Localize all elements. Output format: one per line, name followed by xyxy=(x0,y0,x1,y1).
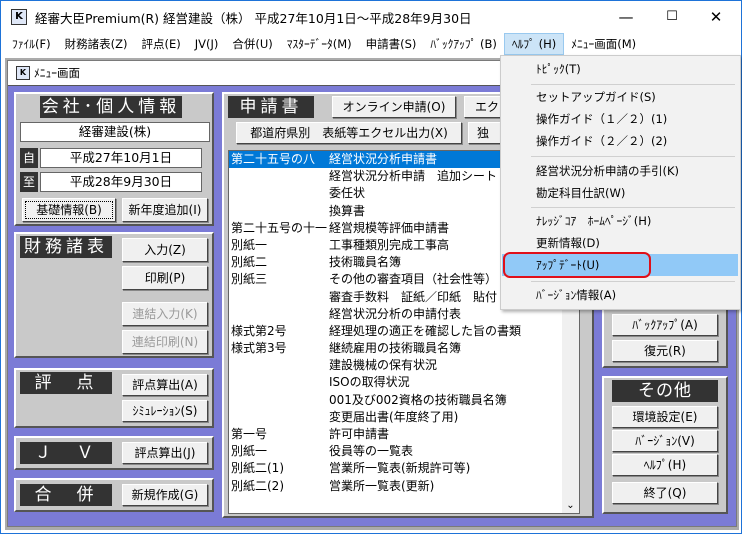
list-row[interactable]: 別紙二(2) 営業所一覧表(更新) xyxy=(229,478,579,495)
menu-separator xyxy=(531,281,735,282)
title-bar: K 経審大臣Premium(R) 経営建設（株） 平成27年10月1日～平成28… xyxy=(1,1,741,33)
merge-panel: 合 併 新規作成(G) xyxy=(14,478,214,512)
menu-separator xyxy=(531,156,735,157)
finance-input-button[interactable]: 入力(Z) xyxy=(122,238,208,262)
from-date-field: 平成27年10月1日 xyxy=(40,148,202,168)
exit-button[interactable]: 終了(Q) xyxy=(612,482,718,504)
list-row[interactable]: 建設機械の保有状況 xyxy=(229,357,579,374)
to-label: 至 xyxy=(20,172,38,192)
new-merge-button[interactable]: 新規作成(G) xyxy=(122,484,208,506)
finance-header: 財務諸表 xyxy=(20,236,112,258)
menu-item-account-journal[interactable]: 勘定科目仕訳(W) xyxy=(502,182,738,204)
list-row[interactable]: 様式第3号 継続雇用の技術職員名簿 xyxy=(229,340,579,357)
menu-separator xyxy=(531,84,735,85)
menu-backup[interactable]: ﾊﾞｯｸｱｯﾌﾟ (B) xyxy=(423,33,504,55)
score-panel: 評 点 評点算出(A) ｼﾐｭﾚｰｼｮﾝ(S) xyxy=(14,368,214,428)
application-header: 申請書 xyxy=(228,96,314,118)
window-title: 経審大臣Premium(R) 経営建設（株） 平成27年10月1日～平成28年9… xyxy=(35,10,472,26)
menu-menu-screen[interactable]: ﾒﾆｭｰ画面(M) xyxy=(564,33,643,55)
other-button[interactable]: 独 xyxy=(468,122,504,144)
online-application-button[interactable]: オンライン申請(O) xyxy=(332,96,456,118)
other-header: その他 xyxy=(612,380,718,402)
scroll-down-icon[interactable]: ⌄ xyxy=(562,500,579,511)
list-row[interactable]: 変更届出書(年度終了用) xyxy=(229,409,579,426)
help-button[interactable]: ﾍﾙﾌﾟ(H) xyxy=(612,454,718,476)
app-icon[interactable]: K xyxy=(11,9,27,25)
child-title: ﾒﾆｭｰ画面 xyxy=(34,66,80,80)
from-label: 自 xyxy=(20,148,38,168)
menu-merge[interactable]: 合併(U) xyxy=(225,33,279,55)
company-panel: 会社･個人情報 経審建設(株) 自 平成27年10月1日 至 平成28年9月30… xyxy=(14,92,214,226)
jv-header: Ｊ Ｖ xyxy=(20,442,112,464)
restore-button[interactable]: 復元(R) xyxy=(612,340,718,362)
list-row[interactable]: 第一号 許可申請書 xyxy=(229,426,579,443)
jv-score-calc-button[interactable]: 評点算出(J) xyxy=(122,442,208,464)
menu-file[interactable]: ﾌｧｲﾙ(F) xyxy=(5,33,58,55)
minimize-button[interactable]: — xyxy=(603,1,649,33)
menu-item-update-info[interactable]: 更新情報(D) xyxy=(502,232,738,254)
maximize-button[interactable]: ☐ xyxy=(649,1,695,33)
environment-settings-button[interactable]: 環境設定(E) xyxy=(612,406,718,428)
close-button[interactable]: ✕ xyxy=(693,1,739,33)
menu-item-setup-guide[interactable]: セットアップガイド(S) xyxy=(502,86,738,108)
merge-header: 合 併 xyxy=(20,484,112,506)
new-year-add-button[interactable]: 新年度追加(I) xyxy=(122,198,208,222)
menu-jv[interactable]: JV(J) xyxy=(188,33,226,55)
company-header: 会社･個人情報 xyxy=(40,96,182,118)
menu-item-topics[interactable]: ﾄﾋﾟｯｸ(T) xyxy=(502,58,738,80)
other-panel: その他 環境設定(E) ﾊﾞｰｼﾞｮﾝ(V) ﾍﾙﾌﾟ(H) 終了(Q) xyxy=(602,376,728,514)
menu-item-knowledge-homepage[interactable]: ﾅﾚｯｼﾞｺｱ ﾎｰﾑﾍﾟｰｼﾞ(H) xyxy=(502,210,738,232)
menu-score[interactable]: 評点(E) xyxy=(134,33,187,55)
prefecture-excel-output-button[interactable]: 都道府県別 表紙等エクセル出力(X) xyxy=(236,122,462,144)
menu-item-operation-guide-1[interactable]: 操作ガイド（１／２）(1) xyxy=(502,108,738,130)
menu-master-data[interactable]: ﾏｽﾀｰﾃﾞｰﾀ(M) xyxy=(280,33,359,55)
menu-item-operation-guide-2[interactable]: 操作ガイド（２／２）(2) xyxy=(502,130,738,152)
to-date-field: 平成28年9月30日 xyxy=(40,172,202,192)
highlight-annotation-circle xyxy=(503,252,651,278)
list-row[interactable]: 様式第2号 経理処理の適正を確認した旨の書類 xyxy=(229,323,579,340)
jv-panel: Ｊ Ｖ 評点算出(J) xyxy=(14,436,214,470)
menu-bar: ﾌｧｲﾙ(F) 財務諸表(Z) 評点(E) JV(J) 合併(U) ﾏｽﾀｰﾃﾞ… xyxy=(1,33,741,55)
menu-help[interactable]: ﾍﾙﾌﾟ (H) xyxy=(503,33,565,55)
menu-application[interactable]: 申請書(S) xyxy=(359,33,424,55)
menu-finance[interactable]: 財務諸表(Z) xyxy=(58,33,135,55)
list-row[interactable]: 001及び002資格の技術職員名簿 xyxy=(229,392,579,409)
menu-separator xyxy=(531,207,735,208)
consolidated-input-button[interactable]: 連結入力(K) xyxy=(122,302,208,326)
consolidated-print-button[interactable]: 連結印刷(N) xyxy=(122,330,208,354)
list-row[interactable]: ISOの取得状況 xyxy=(229,374,579,391)
main-window: K 経審大臣Premium(R) 経営建設（株） 平成27年10月1日～平成28… xyxy=(0,0,742,534)
score-calc-button[interactable]: 評点算出(A) xyxy=(122,374,208,396)
backup-button[interactable]: ﾊﾞｯｸｱｯﾌﾟ(A) xyxy=(612,314,718,336)
company-name-field: 経審建設(株) xyxy=(20,122,210,142)
basic-info-button[interactable]: 基礎情報(B) xyxy=(22,198,116,222)
score-header: 評 点 xyxy=(20,372,112,394)
menu-item-analysis-guide[interactable]: 経営状況分析申請の手引(K) xyxy=(502,160,738,182)
finance-panel: 財務諸表 入力(Z) 印刷(P) 連結入力(K) 連結印刷(N) xyxy=(14,232,214,358)
list-row[interactable]: 別紙一 役員等の一覧表 xyxy=(229,443,579,460)
child-app-icon[interactable]: K xyxy=(16,66,30,80)
version-button[interactable]: ﾊﾞｰｼﾞｮﾝ(V) xyxy=(612,430,718,452)
finance-print-button[interactable]: 印刷(P) xyxy=(122,266,208,290)
simulation-button[interactable]: ｼﾐｭﾚｰｼｮﾝ(S) xyxy=(122,400,208,422)
menu-item-version-info[interactable]: ﾊﾞｰｼﾞｮﾝ情報(A) xyxy=(502,284,738,306)
excel-button[interactable]: エク xyxy=(464,96,504,118)
list-row[interactable]: 別紙二(1) 営業所一覧表(新規許可等) xyxy=(229,460,579,477)
